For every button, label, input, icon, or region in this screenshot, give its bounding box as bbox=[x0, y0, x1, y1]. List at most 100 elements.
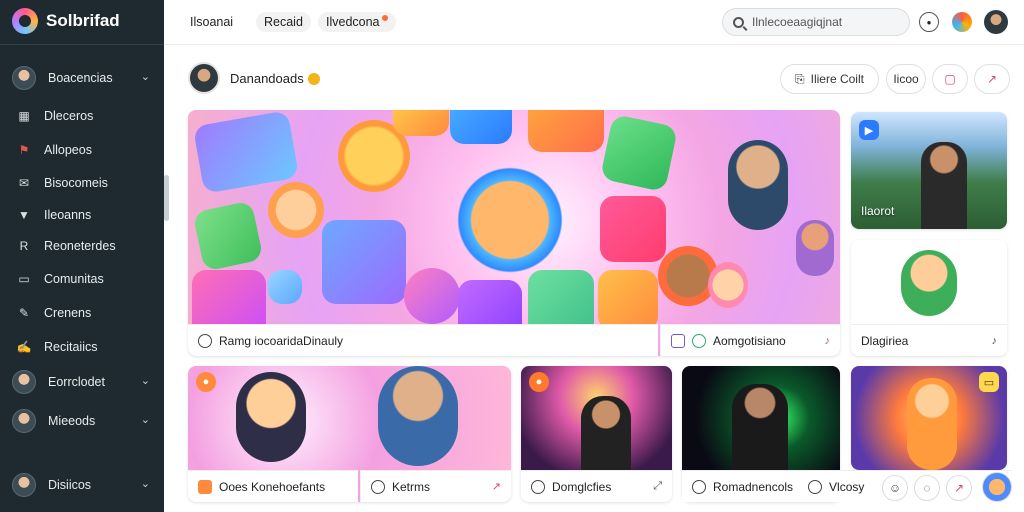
app-icon bbox=[671, 333, 685, 348]
sidebar-group-11[interactable]: Disiicos ⌄ bbox=[0, 468, 164, 502]
tab-recent[interactable]: Recaid bbox=[256, 12, 311, 32]
channel-header[interactable]: Danandoads bbox=[188, 62, 320, 94]
chevron-down-icon: ⌄ bbox=[140, 414, 150, 426]
grid-icon: ▦ bbox=[18, 109, 30, 123]
avatar bbox=[12, 473, 36, 497]
row-card-4[interactable]: ▭ bbox=[851, 366, 1007, 470]
brand[interactable]: Solbrifad bbox=[12, 8, 120, 34]
badge-icon: ● bbox=[529, 372, 549, 392]
sidebar-group-10[interactable]: Mieeods ⌄ bbox=[0, 404, 164, 438]
cartoon-image bbox=[851, 240, 1007, 324]
tab-videos[interactable]: Ilvedcona bbox=[318, 12, 396, 32]
audio-icon: ♪ bbox=[824, 334, 831, 347]
music-app-icon bbox=[598, 270, 658, 330]
channel-name: Danandoads bbox=[230, 70, 304, 86]
community-icon: ▭ bbox=[18, 272, 30, 286]
sidebar-item-5[interactable]: R Reoneterdes bbox=[0, 229, 164, 263]
avatar bbox=[188, 62, 220, 94]
row-caption-bar: Ooes Konehoefants bbox=[188, 470, 358, 502]
avatar bbox=[12, 370, 36, 394]
chat-icon bbox=[808, 479, 823, 494]
family-figure bbox=[378, 366, 458, 466]
comment-icon[interactable]: ◌ bbox=[914, 475, 940, 501]
cartoon-girl bbox=[236, 372, 306, 462]
sidebar-item-label: Eorrclodet bbox=[48, 375, 105, 389]
cartoon-girl bbox=[708, 262, 748, 308]
camera-app-icon bbox=[600, 196, 666, 262]
search-input[interactable]: Ilnlecoeaagiqjnat bbox=[722, 8, 910, 36]
row-caption: Ketrms bbox=[392, 479, 431, 494]
sidebar-item-label: Boacencias bbox=[48, 71, 113, 85]
r-icon: R bbox=[19, 239, 29, 253]
chat-app-icon bbox=[192, 200, 264, 272]
sidebar-item-label: Recitaiics bbox=[44, 340, 98, 354]
sidebar-item-label: Disiicos bbox=[48, 478, 92, 492]
circle-icon bbox=[692, 479, 706, 494]
music-note-icon: ♪ bbox=[991, 334, 998, 347]
share-icon[interactable]: ↗ bbox=[946, 475, 972, 501]
chevron-down-icon: ⌄ bbox=[140, 478, 150, 490]
arrow-icon: ↗ bbox=[491, 481, 501, 493]
heart-app-icon bbox=[393, 110, 449, 136]
landscape-label: Ilaorot bbox=[861, 204, 895, 218]
child-figure bbox=[728, 140, 788, 230]
sidebar-item-4[interactable]: ▼ Ileoanns bbox=[0, 198, 164, 232]
share-button[interactable]: ↗ bbox=[974, 64, 1010, 94]
hero-sub-bar: Aomgotisiano ♪ bbox=[660, 324, 840, 356]
hero-caption: Ramg iocoaridaDinauly bbox=[219, 333, 344, 348]
flag-icon: ⚑ bbox=[18, 143, 30, 157]
character-app-icon bbox=[450, 110, 512, 144]
hero-card[interactable]: Ramg iocoaridaDinauly Aomgotisiano ♪ bbox=[188, 110, 840, 356]
tab-home[interactable]: Ilsoanai bbox=[182, 12, 241, 32]
sidebar-item-7[interactable]: ✎ Crenens bbox=[0, 296, 164, 330]
sidebar-group-0[interactable]: Boacencias ⌄ bbox=[0, 61, 164, 95]
sidebar-item-1[interactable]: ▦ Dleceros bbox=[0, 99, 164, 133]
record-icon: ▢ bbox=[944, 72, 956, 86]
bird-app-icon bbox=[322, 220, 406, 304]
sidebar-scrollbar[interactable] bbox=[164, 175, 169, 221]
cartoon-caption: Dlagiriea bbox=[861, 333, 909, 348]
pencil-icon: ✎ bbox=[18, 306, 30, 320]
sidebar-item-8[interactable]: ✍ Recitaiics bbox=[0, 330, 164, 364]
sidebar-item-label: Comunitas bbox=[44, 272, 104, 286]
profile-icon[interactable]: ☺ bbox=[882, 475, 908, 501]
search-icon bbox=[733, 16, 744, 28]
badge-icon: ● bbox=[196, 372, 216, 392]
small-button-label: Iicoo bbox=[893, 72, 919, 86]
concert-image bbox=[682, 366, 840, 470]
badge-icon: ▭ bbox=[979, 372, 999, 392]
microphone-icon bbox=[404, 268, 460, 324]
cartoon-card[interactable]: Dlagiriea ♪ bbox=[851, 240, 1007, 356]
landscape-card[interactable]: ▶ Ilaorot bbox=[851, 112, 1007, 229]
avatar[interactable] bbox=[984, 10, 1008, 34]
record-button[interactable]: ▢ bbox=[932, 64, 968, 94]
sidebar-item-label: Ileoanns bbox=[44, 208, 92, 222]
link-icon bbox=[198, 333, 212, 348]
cartoon-small bbox=[796, 220, 834, 276]
row-card-0[interactable]: ● Ooes Konehoefants Ketrms ↗ bbox=[188, 366, 511, 502]
sidebar-item-label: Crenens bbox=[44, 306, 92, 320]
mail-icon: ✉ bbox=[18, 176, 30, 190]
sidebar-item-3[interactable]: ✉ Bisocomeis bbox=[0, 166, 164, 200]
camera-icon[interactable]: ● bbox=[919, 12, 939, 32]
sidebar-item-label: Mieeods bbox=[48, 414, 96, 428]
row-card-2[interactable]: ● Domglcfies ⤢ bbox=[521, 366, 672, 502]
more-button[interactable]: ⎘ Iliere Coilt bbox=[780, 64, 879, 94]
robot-app-icon bbox=[528, 110, 604, 152]
cartoon-caption-bar: Dlagiriea ♪ bbox=[851, 324, 1007, 356]
inbox-icon: ▼ bbox=[18, 208, 30, 222]
channel-title: Danandoads bbox=[230, 71, 320, 86]
sidebar-group-9[interactable]: Eorrclodet ⌄ bbox=[0, 365, 164, 399]
small-button[interactable]: Iicoo bbox=[886, 64, 926, 94]
notifications-icon[interactable] bbox=[952, 12, 972, 32]
brand-name: Solbrifad bbox=[46, 11, 120, 30]
sidebar-item-2[interactable]: ⚑ Allopeos bbox=[0, 133, 164, 167]
avatar[interactable] bbox=[982, 472, 1012, 502]
row-caption-bar: Ketrms ↗ bbox=[360, 470, 511, 502]
share-arrow-icon: ↗ bbox=[986, 72, 998, 86]
sidebar-item-label: Allopeos bbox=[44, 143, 92, 157]
chevron-down-icon: ⌄ bbox=[140, 375, 150, 387]
sidebar-item-6[interactable]: ▭ Comunitas bbox=[0, 262, 164, 296]
app-icon bbox=[198, 479, 212, 494]
sidebar-item-label: Bisocomeis bbox=[44, 176, 108, 190]
